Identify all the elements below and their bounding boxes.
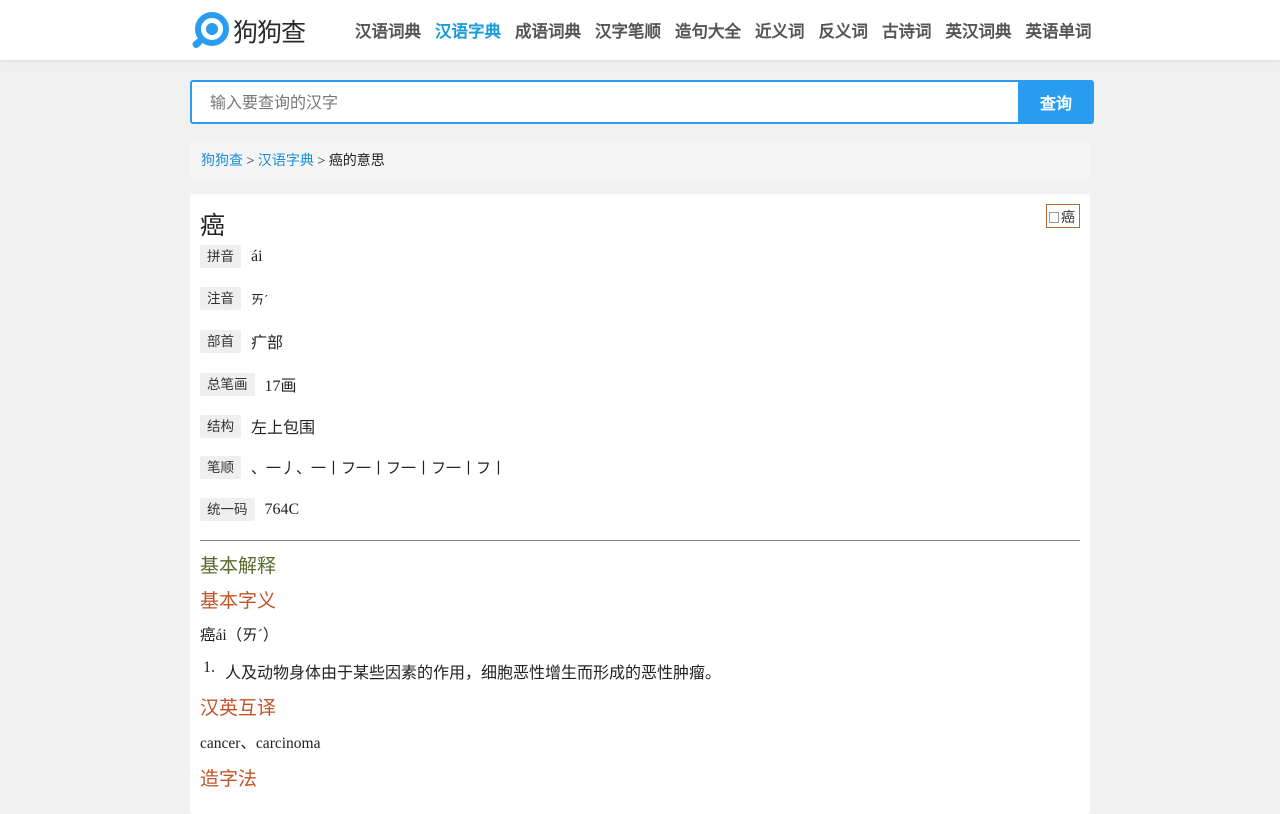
site-logo[interactable]: 狗狗查 — [190, 9, 306, 53]
attr-label: 笔顺 — [200, 456, 241, 479]
attr-row-zhuyin: 注音 ㄞˊ — [200, 287, 268, 310]
attr-value: 左上包围 — [251, 420, 316, 437]
site-header: 狗狗查 汉语词典 汉语字典 成语词典 汉字笔顺 造句大全 近义词 反义词 古诗词… — [0, 0, 1280, 61]
attr-row-pinyin: 拼音 ái — [200, 245, 263, 268]
nav-item-zaoju-daquan[interactable]: 造句大全 — [675, 18, 741, 42]
breadcrumb: 狗狗查 > 汉语字典 > 癌的意思 — [190, 143, 1090, 180]
nav-item-chengyu-cidian[interactable]: 成语词典 — [515, 18, 581, 42]
nav-item-fanyici[interactable]: 反义词 — [819, 18, 869, 42]
nav-item-yingyu-danci[interactable]: 英语单词 — [1026, 18, 1092, 42]
attr-row-stroke-order: 笔顺 、一丿、一丨フ一丨フ一丨フ一丨フ丨 — [200, 456, 506, 479]
attr-label: 部首 — [200, 329, 241, 353]
nav-item-hanyu-cidian[interactable]: 汉语词典 — [355, 18, 421, 42]
nav-item-yinghan-cidian[interactable]: 英汉词典 — [946, 18, 1012, 42]
breadcrumb-section-link[interactable]: 汉语字典 — [258, 154, 314, 169]
breadcrumb-separator: > — [313, 154, 329, 169]
magnifier-logo-icon — [192, 12, 229, 49]
search-input[interactable] — [190, 80, 1018, 124]
attr-value: 、一丿、一丨フ一丨フ一丨フ一丨フ丨 — [251, 461, 507, 477]
attr-label: 拼音 — [200, 245, 241, 268]
definition-item: 1. 人及动物身体由于某些因素的作用，细胞恶性增生而形成的恶性肿瘤。 — [203, 659, 721, 683]
definition-text: 人及动物身体由于某些因素的作用，细胞恶性增生而形成的恶性肿瘤。 — [225, 665, 722, 682]
search-button[interactable]: 查询 — [1018, 80, 1094, 124]
pronunciation-line: 癌ái（ㄞˊ） — [200, 627, 279, 644]
character-image-alt: 癌 — [1061, 211, 1075, 226]
attr-value: ㄞˊ — [251, 292, 269, 307]
attr-value: 疒部 — [251, 335, 284, 352]
entry-card: 癌 癌 拼音 ái 注音 ㄞˊ 部首 疒部 总笔画 17画 结构 左上包围 笔顺… — [190, 194, 1090, 814]
attr-label: 总笔画 — [200, 372, 255, 396]
attr-row-structure: 结构 左上包围 — [200, 414, 315, 438]
nav-item-gushici[interactable]: 古诗词 — [882, 18, 932, 42]
section-title-formation: 造字法 — [200, 769, 258, 790]
attr-row-strokes: 总笔画 17画 — [200, 372, 297, 396]
attr-value: 17画 — [264, 378, 297, 395]
nav-item-jinyici[interactable]: 近义词 — [755, 18, 805, 42]
section-title-translation: 汉英互译 — [200, 698, 277, 719]
attr-value: ái — [251, 247, 263, 265]
attr-label: 统一码 — [200, 498, 255, 521]
attr-row-radical: 部首 疒部 — [200, 329, 283, 353]
breadcrumb-separator: > — [243, 154, 258, 169]
attr-label: 注音 — [200, 287, 241, 310]
broken-image-icon — [1049, 212, 1059, 223]
section-title-basic-explanation: 基本解释 — [200, 556, 277, 577]
attr-label: 结构 — [200, 414, 241, 438]
character-heading: 癌 — [200, 213, 226, 240]
attr-value: 764C — [264, 500, 300, 518]
nav-item-hanzi-bishun[interactable]: 汉字笔顺 — [595, 18, 661, 42]
definition-number: 1. — [203, 659, 215, 676]
breadcrumb-current: 癌的意思 — [328, 154, 385, 169]
main-nav: 汉语词典 汉语字典 成语词典 汉字笔顺 造句大全 近义词 反义词 古诗词 英汉词… — [348, 18, 1099, 42]
attr-row-unicode: 统一码 764C — [200, 498, 299, 521]
breadcrumb-home-link[interactable]: 狗狗查 — [201, 154, 243, 169]
search-bar: 查询 — [190, 80, 1094, 124]
section-title-basic-meaning: 基本字义 — [200, 591, 277, 612]
translation-text: cancer、carcinoma — [200, 735, 321, 752]
divider — [200, 540, 1080, 541]
logo-text: 狗狗查 — [233, 18, 306, 47]
character-image: 癌 — [1046, 204, 1080, 228]
nav-item-hanyu-zidian[interactable]: 汉语字典 — [435, 18, 501, 42]
